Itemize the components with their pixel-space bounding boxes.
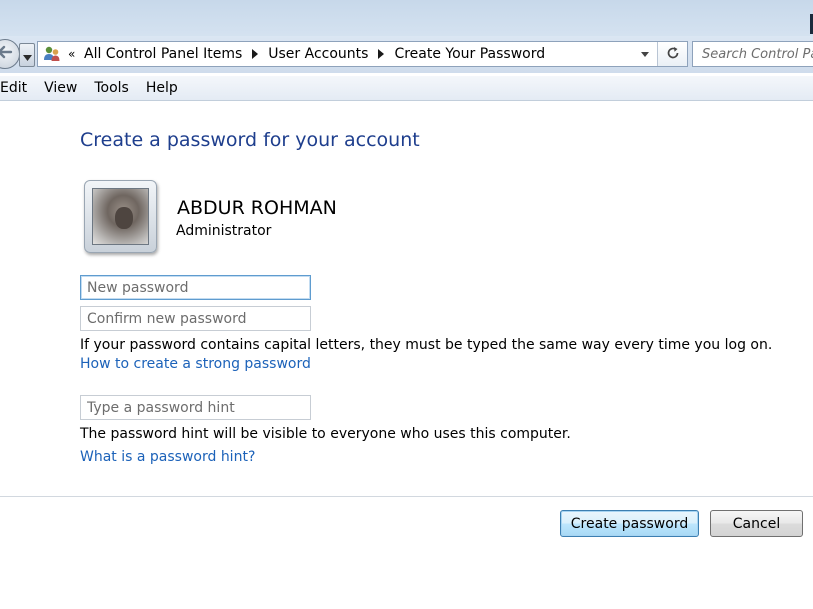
menu-edit[interactable]: Edit: [0, 80, 34, 96]
breadcrumb-arrow-icon[interactable]: [242, 42, 268, 66]
password-hint-field[interactable]: [80, 395, 311, 420]
capital-letters-notice: If your password contains capital letter…: [80, 337, 773, 353]
avatar: [84, 180, 157, 253]
refresh-button[interactable]: [657, 42, 687, 66]
user-accounts-icon: [40, 42, 64, 66]
menu-tools[interactable]: Tools: [87, 80, 136, 96]
back-button[interactable]: [0, 39, 20, 69]
cancel-button[interactable]: Cancel: [710, 510, 803, 537]
new-password-field[interactable]: [80, 275, 311, 300]
breadcrumb-arrow-icon[interactable]: [368, 42, 394, 66]
refresh-icon: [666, 45, 680, 64]
breadcrumb-all-control-panel-items[interactable]: All Control Panel Items: [84, 46, 242, 62]
create-password-button[interactable]: Create password: [560, 510, 699, 537]
window-chrome: [0, 0, 813, 40]
chevron-down-icon: [22, 46, 32, 65]
breadcrumb-user-accounts[interactable]: User Accounts: [268, 46, 368, 62]
user-role: Administrator: [176, 223, 272, 239]
divider: [0, 496, 813, 497]
confirm-password-field[interactable]: [80, 306, 311, 331]
menu-bar: Edit View Tools Help: [0, 76, 813, 101]
breadcrumb-overflow[interactable]: «: [68, 47, 84, 61]
user-picture-face: [115, 207, 133, 229]
address-bar[interactable]: « All Control Panel Items User Accounts …: [37, 41, 688, 67]
user-name: ABDUR ROHMAN: [177, 197, 337, 219]
strong-password-link[interactable]: How to create a strong password: [80, 356, 311, 372]
search-input[interactable]: [702, 46, 813, 62]
menu-help[interactable]: Help: [139, 80, 185, 96]
recent-pages-button[interactable]: [19, 43, 35, 67]
menu-view[interactable]: View: [37, 80, 84, 96]
navigation-bar: « All Control Panel Items User Accounts …: [0, 36, 813, 73]
search-box[interactable]: [692, 41, 813, 67]
dropdown-arrow-icon[interactable]: [637, 42, 653, 66]
hint-visibility-notice: The password hint will be visible to eve…: [80, 426, 571, 442]
breadcrumb-create-your-password[interactable]: Create Your Password: [394, 46, 545, 62]
back-arrow-icon: [0, 43, 14, 65]
user-picture: [92, 188, 149, 245]
password-hint-help-link[interactable]: What is a password hint?: [80, 449, 255, 465]
page-title: Create a password for your account: [80, 129, 420, 151]
